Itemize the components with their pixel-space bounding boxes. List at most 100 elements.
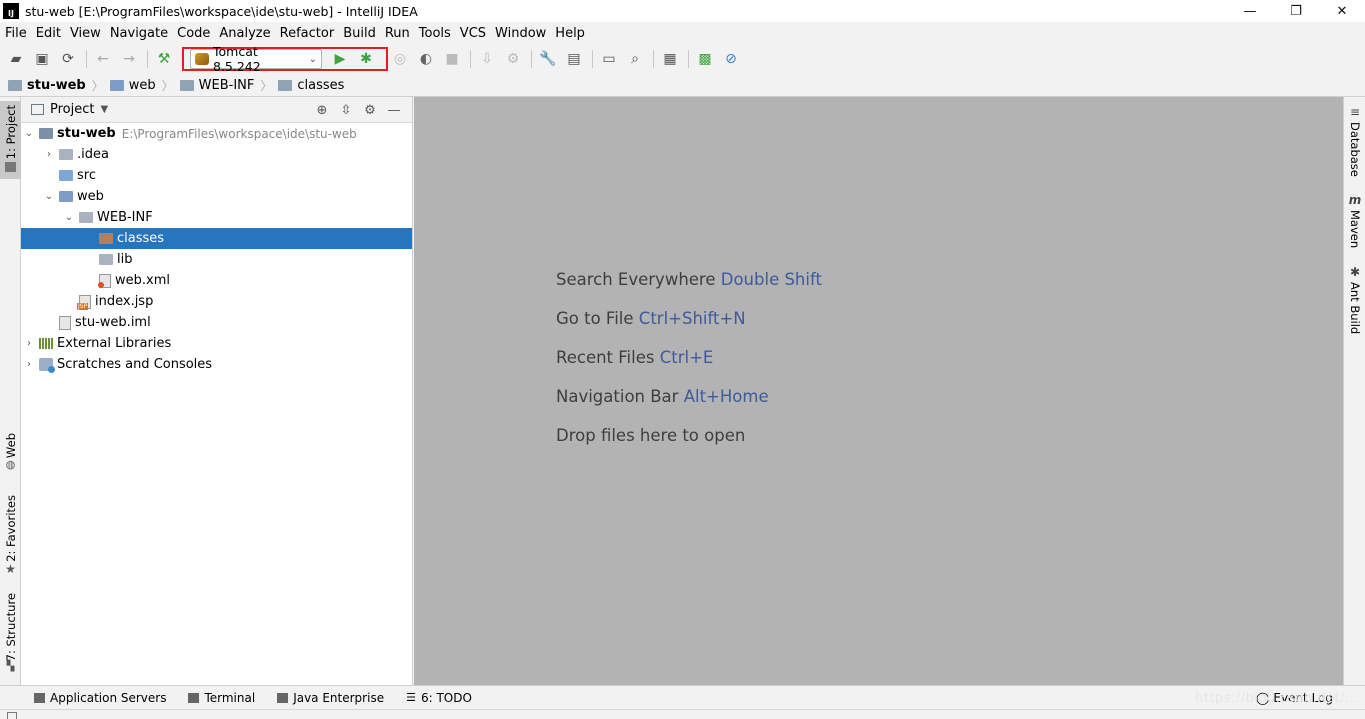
search-icon[interactable]: ⌕ [623,47,647,71]
menu-window[interactable]: Window [491,26,550,41]
settings-wrench-icon[interactable]: 🔧 [536,47,560,71]
menu-run[interactable]: Run [381,26,414,41]
hint-shortcut: Ctrl+Shift+N [638,309,746,328]
save-all-icon[interactable]: ▣ [30,47,54,71]
gear-icon[interactable]: ⚙ [358,103,382,118]
collapse-all-icon[interactable]: ⇳ [334,103,358,118]
breadcrumb-item[interactable]: stu-web [8,78,86,93]
tab-database[interactable]: ≡ Database [1344,105,1365,177]
run-coverage-icon[interactable]: ◎ [388,47,412,71]
folder-icon [5,162,16,173]
tab-maven[interactable]: m Maven [1344,193,1365,249]
vcs-icon[interactable]: ⚙ [501,47,525,71]
hide-icon[interactable]: — [382,103,406,118]
breadcrumb-item[interactable]: classes [278,78,344,93]
left-tool-strip: 1: Project Web ◍ 2: Favorites ★ 7: Struc… [0,97,21,685]
hint-drop-files: Drop files here to open [556,426,745,445]
menu-edit[interactable]: Edit [32,26,65,41]
tab-todo[interactable]: ☰ 6: TODO [406,691,472,705]
tree-node-web-inf[interactable]: ⌄ WEB-INF [21,207,412,228]
module-folder-icon [8,79,22,91]
breadcrumb-item[interactable]: web [109,78,156,93]
tree-node-scratches[interactable]: › Scratches and Consoles [21,354,412,375]
tab-favorites-label: 2: Favorites [3,495,18,562]
menu-analyze[interactable]: Analyze [215,26,274,41]
chevron-down-icon[interactable]: ⌄ [23,128,35,139]
project-view-icon [31,104,44,115]
bottom-tab-label: 6: TODO [420,690,472,705]
tree-node-stu-web[interactable]: ⌄ stu-web E:\ProgramFiles\workspace\ide\… [21,123,412,144]
build-hammer-icon[interactable]: ⚒ [152,47,176,71]
restore-button[interactable]: ❐ [1273,0,1319,22]
tab-web[interactable]: Web ◍ [0,433,21,481]
menu-tools[interactable]: Tools [415,26,455,41]
stop-icon[interactable]: ■ [440,47,464,71]
chevron-down-icon[interactable]: ⌄ [63,212,75,223]
profile-icon[interactable]: ◐ [414,47,438,71]
excluded-folder-icon [99,233,113,244]
menu-vcs[interactable]: VCS [456,26,490,41]
server-icon [34,692,45,703]
task-icon[interactable]: ▦ [658,47,682,71]
folder-icon [59,149,73,160]
menu-refactor[interactable]: Refactor [276,26,339,41]
terminal-window-icon[interactable]: ▭ [597,47,621,71]
chevron-down-icon[interactable]: ▼ [100,104,108,115]
title-bar: IJ stu-web [E:\ProgramFiles\workspace\id… [0,0,1365,22]
tool-windows-icon[interactable] [7,712,17,719]
menu-build[interactable]: Build [339,26,380,41]
tab-structure[interactable]: 7: Structure ▚ [0,593,21,675]
power-save-icon[interactable]: ⊘ [719,47,743,71]
update-app-icon[interactable]: ⇩ [475,47,499,71]
locate-icon[interactable]: ⊕ [310,103,334,118]
tab-favorites[interactable]: 2: Favorites ★ [0,495,21,577]
forward-icon[interactable]: → [117,47,141,71]
web-folder-icon [109,79,124,91]
run-config-dropdown[interactable]: Tomcat 8.5.242 ⌄ [190,44,322,74]
tree-node-src[interactable]: › src [21,165,412,186]
web-folder-icon [59,191,73,202]
tree-node-idea[interactable]: › .idea [21,144,412,165]
hint-shortcut: Alt+Home [683,387,769,406]
tree-node-web-xml[interactable]: › web.xml [21,270,412,291]
sync-icon[interactable]: ⟳ [56,47,80,71]
chevron-right-icon[interactable]: › [43,149,55,160]
open-folder-icon[interactable]: ▰ [4,47,28,71]
tab-application-servers[interactable]: Application Servers [34,691,166,705]
menu-view[interactable]: View [66,26,105,41]
breadcrumb-label: WEB-INF [198,77,255,93]
tab-project[interactable]: 1: Project [0,101,21,179]
project-view-selector[interactable]: Project [50,102,94,117]
minimize-button[interactable]: — [1227,0,1273,22]
tree-node-web[interactable]: ⌄ web [21,186,412,207]
folder-icon [79,212,93,223]
toolbar-separator [86,50,87,68]
chevron-down-icon[interactable]: ⌄ [43,191,55,202]
hint-shortcut: Double Shift [720,270,822,289]
menu-code[interactable]: Code [173,26,214,41]
chevron-right-icon[interactable]: › [23,359,35,370]
editor-area[interactable]: Search Everywhere Double Shift Go to Fil… [414,97,1343,685]
menu-file[interactable]: File [1,26,31,41]
tree-node-iml[interactable]: › stu-web.iml [21,312,412,333]
main-toolbar: ▰ ▣ ⟳ ← → ⚒ Tomcat 8.5.242 ⌄ ▶ ✱ ◎ ◐ ■ ⇩… [0,44,1365,74]
run-config-label: Tomcat 8.5.242 [213,44,261,74]
tree-node-external-libraries[interactable]: › External Libraries [21,333,412,354]
tree-node-classes[interactable]: › classes [21,228,412,249]
tab-java-enterprise[interactable]: Java Enterprise [277,691,384,705]
activity-monitor-icon[interactable]: ▩ [693,47,717,71]
tab-ant-build[interactable]: ✱ Ant Build [1344,265,1365,337]
chevron-right-icon[interactable]: › [23,338,35,349]
run-icon[interactable]: ▶ [328,47,352,71]
project-structure-icon[interactable]: ▤ [562,47,586,71]
close-button[interactable]: ✕ [1319,0,1365,22]
hint-text: Search Everywhere [556,270,716,289]
debug-icon[interactable]: ✱ [354,47,378,71]
menu-help[interactable]: Help [551,26,589,41]
tree-node-index-jsp[interactable]: › index.jsp [21,291,412,312]
tab-terminal[interactable]: Terminal [188,691,255,705]
back-icon[interactable]: ← [91,47,115,71]
breadcrumb-item[interactable]: WEB-INF [179,77,255,93]
menu-navigate[interactable]: Navigate [106,26,172,41]
tree-node-lib[interactable]: › lib [21,249,412,270]
